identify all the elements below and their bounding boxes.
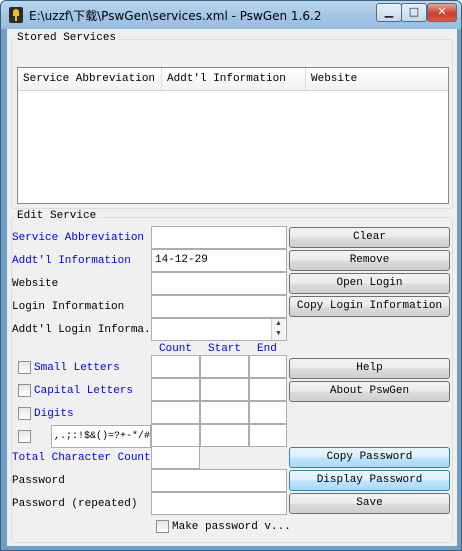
- service-abbreviation-input[interactable]: [151, 226, 287, 249]
- services-list-header: Service Abbreviation Addt'l Information …: [18, 68, 448, 91]
- maximize-button[interactable]: □: [401, 3, 427, 22]
- small-letters-end[interactable]: [249, 355, 287, 378]
- client-area: Stored Services Service Abbreviation Add…: [7, 29, 457, 546]
- remove-button[interactable]: Remove: [289, 250, 450, 271]
- column-service-abbreviation[interactable]: Service Abbreviation: [18, 68, 162, 91]
- app-window: E:\uzzf\下载\PswGen\services.xml - PswGen …: [0, 0, 462, 551]
- website-label: Website: [12, 278, 59, 290]
- column-addtl-information[interactable]: Addt'l Information: [162, 68, 306, 91]
- clear-button[interactable]: Clear: [289, 227, 450, 248]
- total-character-count-label: Total Character Count: [12, 452, 151, 464]
- spinner-down-icon[interactable]: ▼: [272, 329, 285, 339]
- capital-letters-count[interactable]: [151, 378, 200, 401]
- addtl-login-information-spinner[interactable]: ▲ ▼: [271, 319, 285, 340]
- open-login-button[interactable]: Open Login: [289, 273, 450, 294]
- addtl-login-information-label: Addt'l Login Informa...: [12, 324, 164, 336]
- password-input[interactable]: [151, 469, 287, 492]
- website-input[interactable]: [151, 272, 287, 295]
- end-header: End: [257, 343, 277, 355]
- copy-password-button[interactable]: Copy Password: [289, 447, 450, 468]
- special-characters-checkbox[interactable]: [18, 430, 31, 443]
- digits-label[interactable]: Digits: [34, 408, 74, 420]
- about-button[interactable]: About PswGen: [289, 381, 450, 402]
- digits-end[interactable]: [249, 401, 287, 424]
- password-repeated-label: Password (repeated): [12, 498, 138, 510]
- window-title: E:\uzzf\下载\PswGen\services.xml - PswGen …: [29, 9, 322, 23]
- stored-services-label: Stored Services: [15, 32, 119, 44]
- spinner-up-icon[interactable]: ▲: [272, 319, 285, 329]
- capital-letters-end[interactable]: [249, 378, 287, 401]
- total-character-count-input[interactable]: [151, 446, 200, 469]
- small-letters-start[interactable]: [200, 355, 249, 378]
- password-label: Password: [12, 475, 65, 487]
- small-letters-label[interactable]: Small Letters: [34, 362, 120, 374]
- special-characters-start[interactable]: [200, 424, 249, 447]
- capital-letters-start[interactable]: [200, 378, 249, 401]
- special-characters-count[interactable]: [151, 424, 200, 447]
- close-button[interactable]: ✕: [427, 3, 457, 22]
- keyhole-app-icon: [9, 7, 23, 23]
- minimize-button[interactable]: ▁: [376, 3, 402, 22]
- edit-service-label: Edit Service: [15, 210, 99, 222]
- addtl-information-label: Addt'l Information: [12, 255, 131, 267]
- start-header: Start: [208, 343, 242, 355]
- services-list[interactable]: Service Abbreviation Addt'l Information …: [17, 67, 449, 204]
- digits-count[interactable]: [151, 401, 200, 424]
- copy-login-information-button[interactable]: Copy Login Information: [289, 296, 450, 317]
- special-characters-input[interactable]: ,.;:!$&()=?+-*/#: [51, 425, 151, 448]
- service-abbreviation-label: Service Abbreviation: [12, 232, 145, 244]
- help-button[interactable]: Help: [289, 358, 450, 379]
- small-letters-checkbox[interactable]: [18, 361, 31, 374]
- display-password-button[interactable]: Display Password: [289, 470, 450, 491]
- count-header: Count: [159, 343, 193, 355]
- login-information-input[interactable]: [151, 295, 287, 318]
- capital-letters-checkbox[interactable]: [18, 384, 31, 397]
- addtl-information-input[interactable]: 14-12-29: [151, 249, 287, 272]
- capital-letters-label[interactable]: Capital Letters: [34, 385, 133, 397]
- special-characters-end[interactable]: [249, 424, 287, 447]
- password-repeated-input[interactable]: [151, 492, 287, 515]
- column-website[interactable]: Website: [306, 68, 448, 91]
- title-bar[interactable]: E:\uzzf\下载\PswGen\services.xml - PswGen …: [1, 1, 461, 29]
- login-information-label: Login Information: [12, 301, 125, 313]
- make-password-visible-label[interactable]: Make password v...: [172, 521, 291, 533]
- addtl-login-information-input[interactable]: [151, 318, 287, 341]
- digits-checkbox[interactable]: [18, 407, 31, 420]
- small-letters-count[interactable]: [151, 355, 200, 378]
- digits-start[interactable]: [200, 401, 249, 424]
- make-password-visible-checkbox[interactable]: [156, 520, 169, 533]
- save-button[interactable]: Save: [289, 493, 450, 514]
